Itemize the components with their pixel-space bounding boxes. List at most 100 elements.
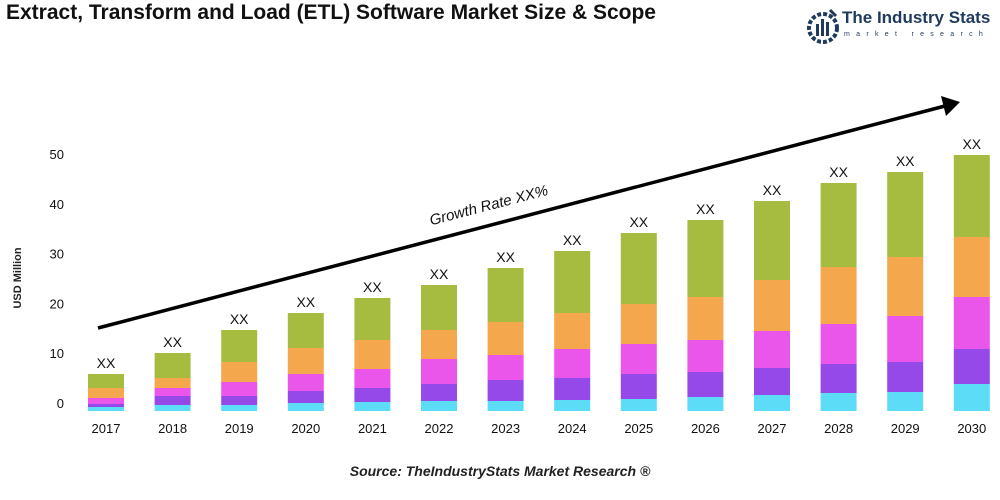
bar-segment xyxy=(887,316,924,362)
bar-segment xyxy=(887,257,924,316)
x-tick-label: 2017 xyxy=(92,421,121,436)
bar-segment xyxy=(820,183,857,267)
bar-segment xyxy=(754,280,790,331)
bar-segment xyxy=(487,355,524,380)
data-label: XX xyxy=(230,311,249,327)
bar-segment xyxy=(287,374,324,391)
y-tick-label: 0 xyxy=(57,396,64,411)
data-label: XX xyxy=(563,232,582,248)
bar-segment xyxy=(287,403,324,411)
bar-segment xyxy=(221,396,258,405)
data-label: XX xyxy=(363,279,382,295)
x-tick-label: 2030 xyxy=(957,421,986,436)
data-label: XX xyxy=(97,355,116,371)
bar-segment xyxy=(287,391,324,403)
bar-segment xyxy=(754,368,790,395)
bar-segment xyxy=(754,395,790,411)
bar-segment xyxy=(287,348,324,374)
bar-segment xyxy=(221,362,258,382)
data-label: XX xyxy=(829,164,848,180)
bar-segment xyxy=(687,220,724,297)
bar-segment xyxy=(820,324,857,364)
bar-segment xyxy=(887,362,924,392)
bar-segment xyxy=(554,313,591,349)
bar-segment xyxy=(687,372,724,397)
bar-segment xyxy=(421,359,457,384)
y-axis-label: USD Million xyxy=(12,247,24,308)
bar-segment xyxy=(354,298,391,340)
bar-segment xyxy=(421,401,457,411)
data-label: XX xyxy=(962,136,981,152)
data-label: XX xyxy=(763,182,782,198)
bar-segment xyxy=(820,364,857,393)
bar-segment xyxy=(287,313,324,348)
bar-segment xyxy=(953,237,990,297)
x-tick-label: 2019 xyxy=(225,421,254,436)
bar-segment xyxy=(421,285,457,330)
y-tick-label: 20 xyxy=(50,296,64,311)
y-tick-label: 40 xyxy=(50,197,64,212)
bar-segment xyxy=(754,331,790,368)
bar-segment xyxy=(88,388,124,398)
bar-segment xyxy=(154,388,191,396)
x-tick-label: 2029 xyxy=(891,421,920,436)
x-tick-label: 2020 xyxy=(291,421,320,436)
bar-segment xyxy=(687,397,724,411)
bar-segment xyxy=(620,233,657,304)
x-tick-label: 2024 xyxy=(558,421,587,436)
y-tick-label: 30 xyxy=(50,247,64,262)
bar-segment xyxy=(687,340,724,372)
bar-segment xyxy=(820,393,857,411)
bar-segment xyxy=(221,382,258,396)
bar-segment xyxy=(221,405,258,411)
bar-segment xyxy=(887,392,924,411)
data-label: XX xyxy=(163,334,182,350)
bar-segment xyxy=(554,251,591,313)
x-tick-label: 2026 xyxy=(691,421,720,436)
bar-segment xyxy=(554,400,591,411)
bar-segment xyxy=(953,297,990,349)
x-tick-label: 2025 xyxy=(624,421,653,436)
bar-segment xyxy=(354,340,391,369)
bar-segment xyxy=(820,267,857,324)
x-tick-label: 2018 xyxy=(158,421,187,436)
bar-segment xyxy=(687,297,724,340)
y-tick-label: 50 xyxy=(50,147,64,162)
bar-segment xyxy=(953,349,990,384)
bar-segment xyxy=(487,380,524,401)
bar-segment xyxy=(88,374,124,388)
bar-segment xyxy=(154,396,191,405)
bar-segment xyxy=(354,402,391,411)
bar-segment xyxy=(754,201,790,280)
growth-arrow-head xyxy=(941,96,960,116)
bar-segment xyxy=(88,404,124,407)
y-tick-label: 10 xyxy=(50,346,64,361)
bar-segment xyxy=(421,330,457,359)
bar-segment xyxy=(154,353,191,378)
source-note: Source: TheIndustryStats Market Research… xyxy=(349,463,651,479)
bar-segment xyxy=(487,268,524,322)
bar-segment xyxy=(221,330,258,362)
data-label: XX xyxy=(430,266,449,282)
data-label: XX xyxy=(496,249,515,265)
x-tick-label: 2022 xyxy=(425,421,454,436)
bar-segment xyxy=(354,369,391,388)
growth-rate-annotation: Growth Rate XX% xyxy=(428,182,550,229)
bar-segment xyxy=(88,407,124,411)
data-label: XX xyxy=(296,294,315,310)
bar-segment xyxy=(421,384,457,401)
x-tick-label: 2021 xyxy=(358,421,387,436)
bar-segment xyxy=(953,155,990,237)
bar-segment xyxy=(620,399,657,411)
bar-segment xyxy=(487,401,524,411)
bar-segment xyxy=(554,349,591,378)
data-label: XX xyxy=(696,201,715,217)
bar-segment xyxy=(487,322,524,355)
chart-container: Extract, Transform and Load (ETL) Softwa… xyxy=(0,0,1000,500)
bar-segment xyxy=(88,398,124,404)
bar-segment xyxy=(953,384,990,411)
bar-segment xyxy=(620,304,657,344)
data-label: XX xyxy=(629,214,648,230)
x-tick-label: 2027 xyxy=(758,421,787,436)
bar-segment xyxy=(620,344,657,374)
